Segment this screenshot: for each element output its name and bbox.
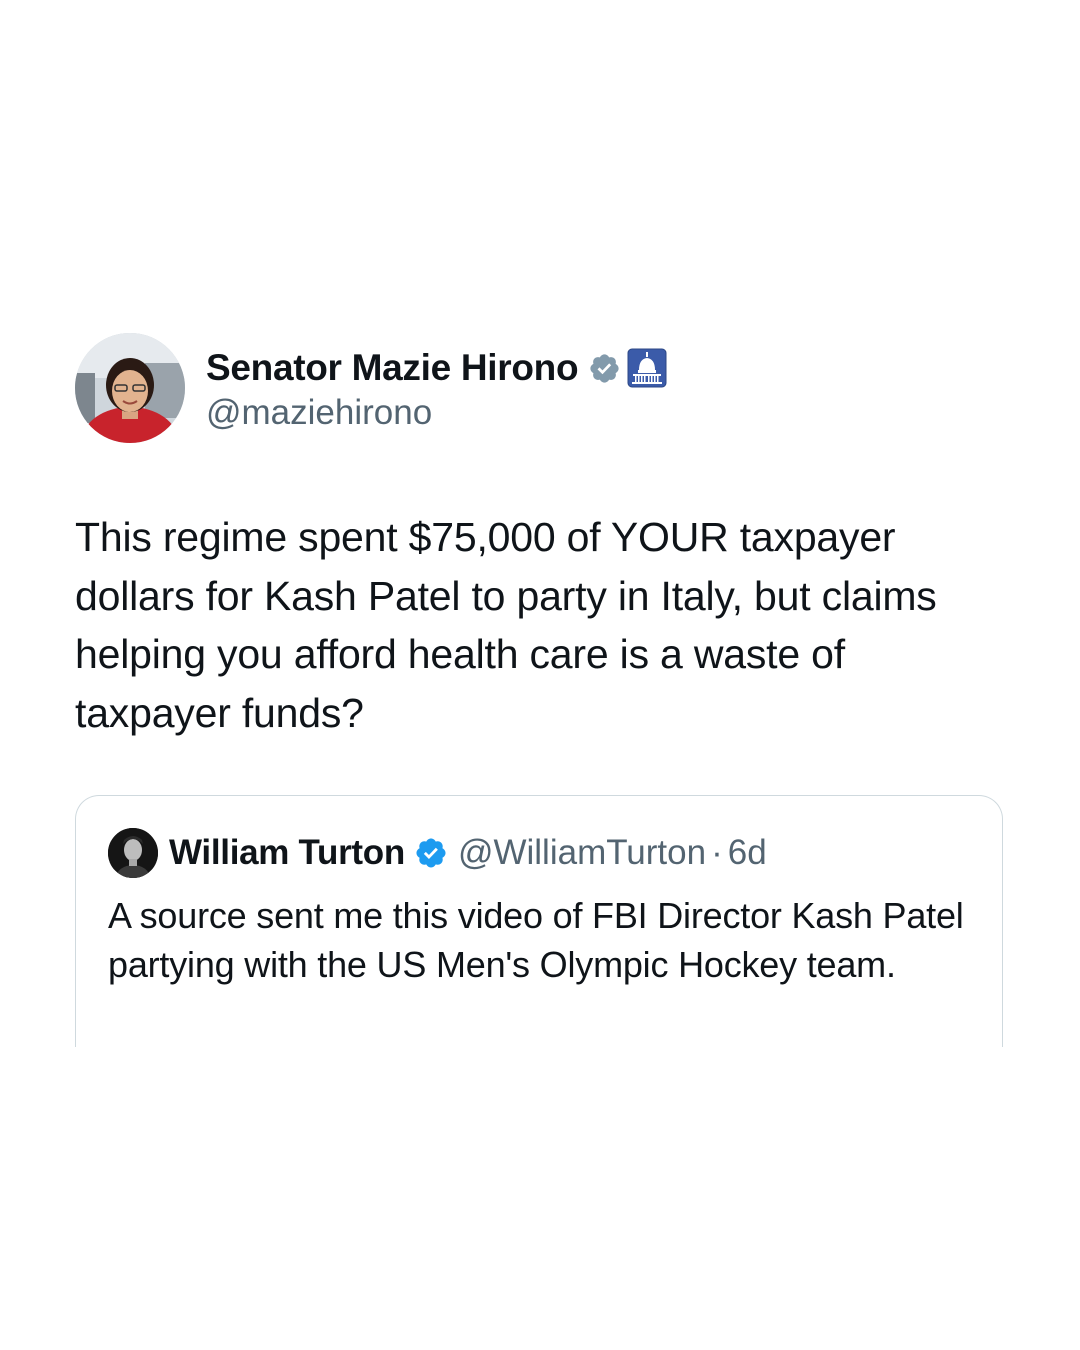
quoted-author-avatar[interactable] — [108, 828, 158, 878]
quoted-tweet-header: William Turton @WilliamTurton · 6d — [108, 828, 767, 878]
verified-gray-check-icon — [588, 352, 621, 385]
main-tweet: Senator Mazie Hirono @maziehirono This r… — [75, 333, 1005, 742]
quoted-author-avatar-image — [108, 828, 158, 878]
quoted-tweet-card[interactable]: William Turton @WilliamTurton · 6d A sou… — [75, 795, 1003, 1047]
capitol-dome-icon — [627, 348, 667, 388]
quoted-tweet-text: A source sent me this video of FBI Direc… — [108, 895, 964, 985]
tweet-text: This regime spent $75,000 of YOUR taxpay… — [75, 514, 937, 736]
tweet-author-row: Senator Mazie Hirono @maziehirono — [75, 333, 1005, 445]
author-handle[interactable]: @maziehirono — [206, 393, 667, 433]
quoted-author-display-name[interactable]: William Turton — [169, 833, 405, 873]
quoted-author-handle[interactable]: @WilliamTurton — [458, 833, 706, 873]
author-avatar-image — [75, 333, 185, 443]
meta-separator: · — [711, 833, 723, 872]
quoted-tweet-timestamp[interactable]: 6d — [728, 833, 767, 873]
author-display-name[interactable]: Senator Mazie Hirono — [206, 347, 579, 389]
verified-blue-check-icon — [414, 836, 448, 870]
author-name-line: Senator Mazie Hirono — [206, 347, 667, 389]
author-name-block: Senator Mazie Hirono @maziehirono — [206, 347, 667, 433]
author-avatar[interactable] — [75, 333, 185, 443]
